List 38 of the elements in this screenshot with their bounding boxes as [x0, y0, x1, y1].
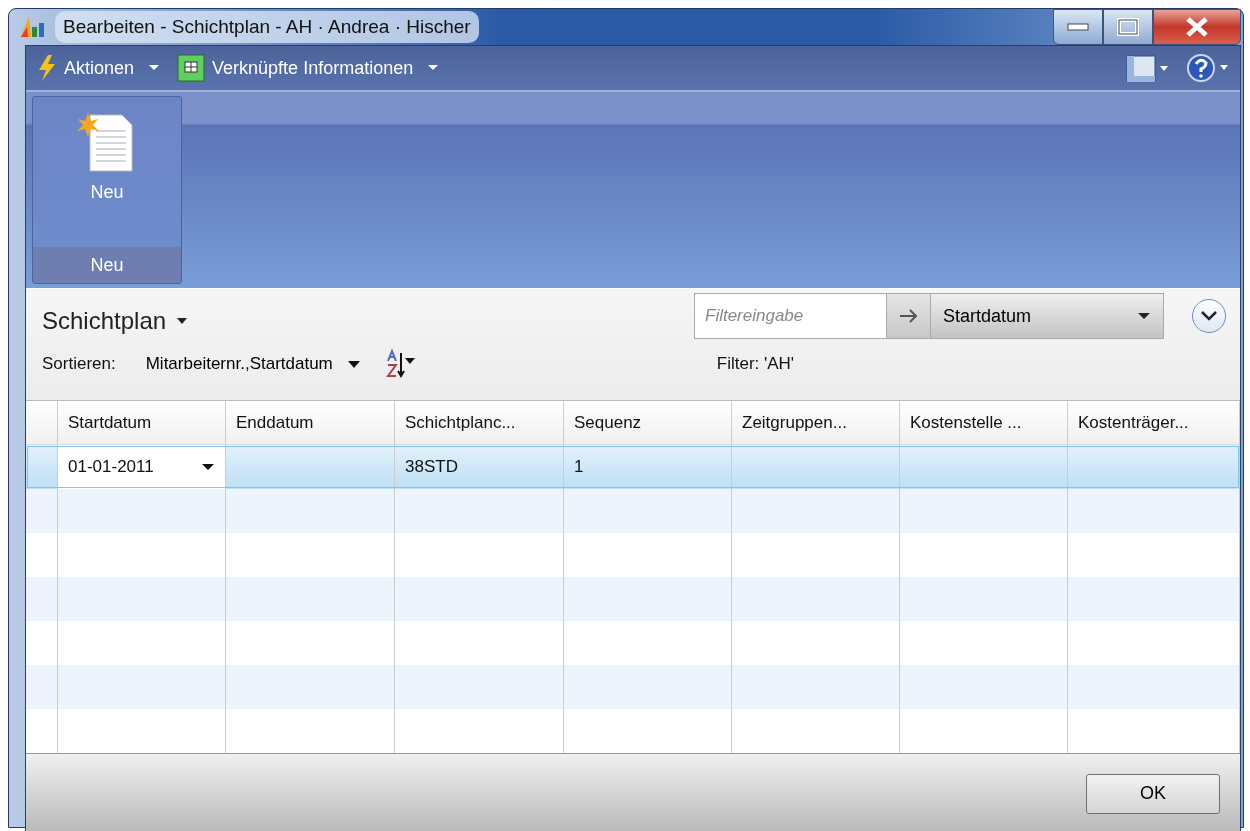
- bar-chart-logo-icon: [19, 15, 47, 39]
- sort-order-icon[interactable]: [384, 349, 417, 379]
- column-header[interactable]: Sequenz: [564, 401, 732, 445]
- ok-button[interactable]: OK: [1086, 773, 1220, 814]
- table-cell-text: 38STD: [405, 456, 458, 479]
- grid-document-icon: [176, 54, 207, 82]
- dropdown-caret-icon[interactable]: [201, 463, 215, 471]
- column-header[interactable]: Startdatum: [58, 401, 226, 445]
- minimize-icon: [1067, 23, 1089, 31]
- help-menu-button[interactable]: [1186, 53, 1230, 83]
- minimize-button[interactable]: [1053, 9, 1103, 45]
- column-header[interactable]: Enddatum: [226, 401, 395, 445]
- ribbon-group-label: Neu: [33, 247, 181, 283]
- maximize-button[interactable]: [1103, 9, 1153, 45]
- menu-button[interactable]: Aktionen: [36, 54, 163, 82]
- menu-button[interactable]: Verknüpfte Informationen: [176, 54, 442, 82]
- table-cell-text: 1: [574, 456, 584, 479]
- close-icon: [1185, 17, 1209, 37]
- corner-header: [26, 401, 58, 445]
- column-header[interactable]: Kostenträger...: [1068, 401, 1240, 445]
- caret-icon: [346, 359, 361, 369]
- section-title-menu[interactable]: Schichtplan: [42, 303, 189, 339]
- filter-status-text: Filter: 'AH': [716, 353, 795, 376]
- column-header[interactable]: Kostenstelle ...: [900, 401, 1068, 445]
- lightning-icon: [36, 54, 58, 82]
- caret-icon: [176, 317, 189, 325]
- expand-button[interactable]: [1192, 299, 1226, 333]
- chevron-down-icon: [1200, 310, 1218, 322]
- maximize-icon: [1117, 18, 1139, 36]
- window-title: Bearbeiten - Schichtplan - AH · Andrea · Hischer: [55, 10, 479, 44]
- column-header[interactable]: Schichtplanc...: [395, 401, 564, 445]
- sort-label: Sortieren:: [42, 353, 116, 376]
- close-button[interactable]: [1153, 9, 1241, 45]
- table-row[interactable]: 01-01-2011 38STD 1: [26, 445, 1240, 489]
- layout-menu-button[interactable]: [1126, 54, 1170, 82]
- column-header[interactable]: Zeitgruppen...: [732, 401, 900, 445]
- sort-dropdown[interactable]: Mitarbeiternr.,Startdatum: [145, 351, 361, 377]
- table-cell-text: 01-01-2011: [68, 456, 154, 479]
